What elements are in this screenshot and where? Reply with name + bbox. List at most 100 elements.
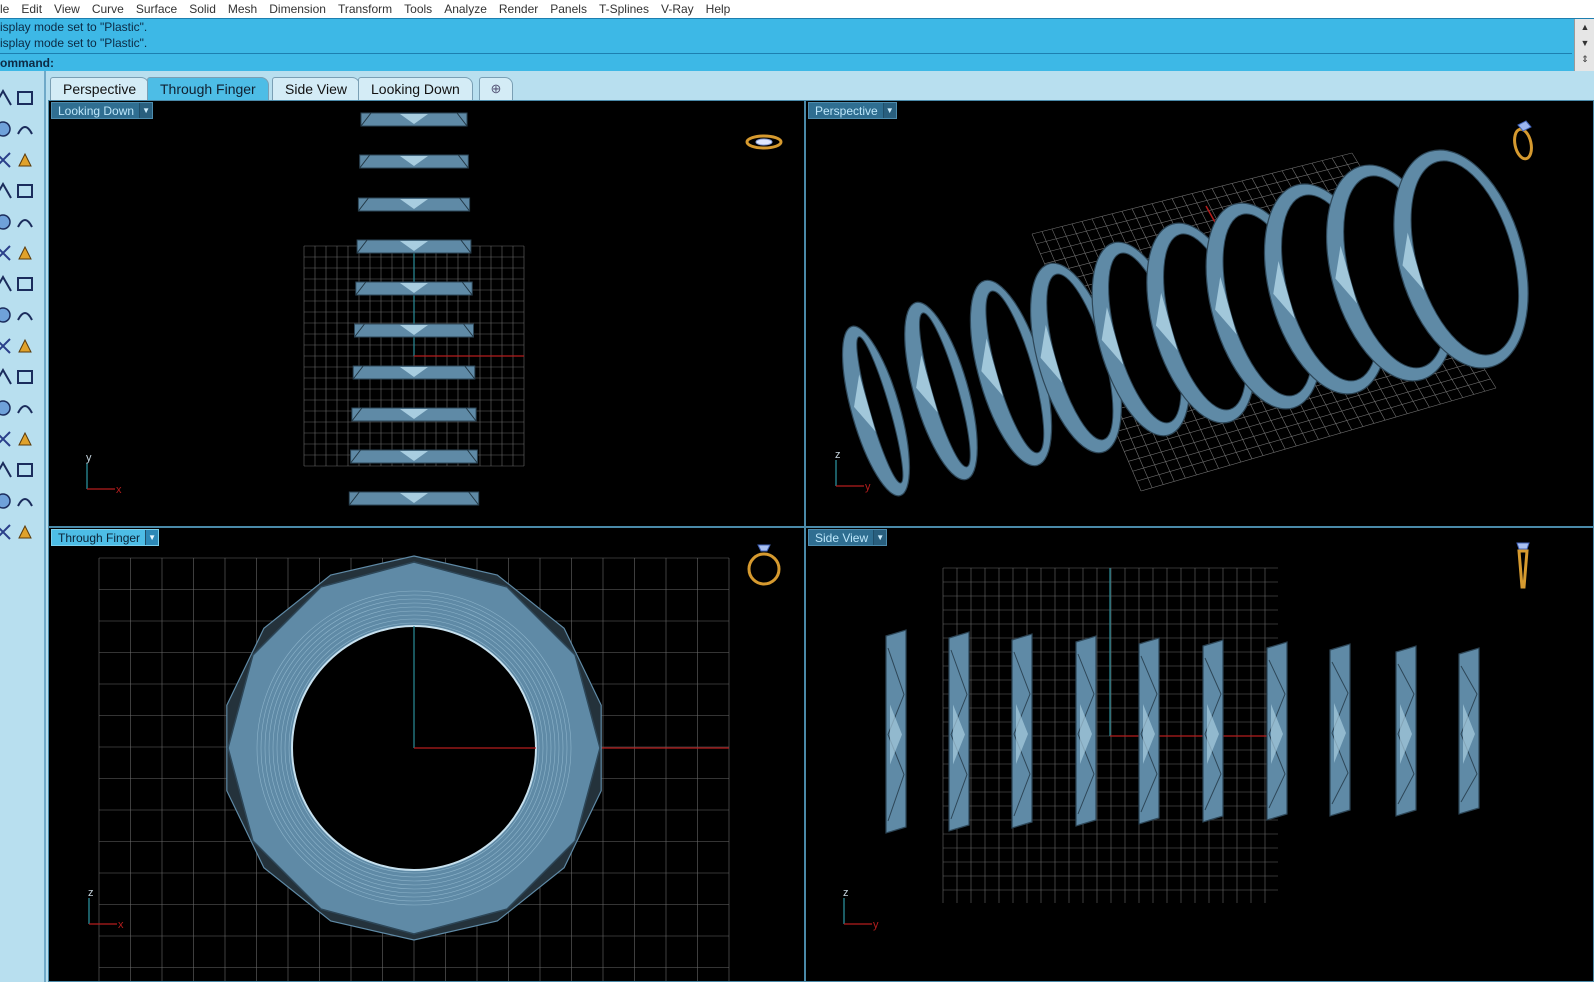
ring-side-band — [1395, 645, 1417, 817]
menu-transform[interactable]: Transform — [332, 2, 398, 16]
menu-mesh[interactable]: Mesh — [222, 2, 263, 16]
ring-side-band — [1202, 639, 1224, 823]
tool-glyph — [18, 431, 32, 446]
tool-glyph — [17, 184, 33, 198]
add-tab-button[interactable]: ⊕ — [479, 77, 513, 100]
ring-side-band — [1458, 647, 1480, 815]
toolbar-tool-icon[interactable] — [14, 87, 36, 109]
scroll-end-icon[interactable]: ⇕ — [1575, 51, 1594, 67]
viewport-label-side-view[interactable]: Side View ▼ — [808, 529, 888, 546]
toolbar-tool-icon[interactable] — [0, 521, 14, 543]
viewport-title: Looking Down — [58, 104, 135, 118]
toolbar-tool-icon[interactable] — [14, 180, 36, 202]
menu-solid[interactable]: Solid — [183, 2, 222, 16]
axis-label: y — [865, 481, 871, 493]
ring-side-band — [885, 629, 907, 834]
viewport-menu-chevron-icon[interactable]: ▼ — [145, 530, 159, 545]
tool-glyph — [17, 405, 33, 414]
viewport-menu-chevron-icon[interactable]: ▼ — [873, 530, 887, 545]
viewport-label-perspective[interactable]: Perspective ▼ — [808, 102, 897, 119]
ring-nav-icon[interactable] — [742, 537, 786, 591]
command-history-line: isplay mode set to "Plastic". — [0, 36, 148, 50]
toolbar-tool-icon[interactable] — [14, 521, 36, 543]
ring-nav-icon[interactable] — [744, 129, 784, 155]
menu-panels[interactable]: Panels — [544, 2, 593, 16]
ring-side-band — [1329, 643, 1351, 817]
menu-file[interactable]: le — [0, 2, 15, 16]
tool-glyph — [17, 498, 33, 507]
toolbar-tool-icon[interactable] — [14, 459, 36, 481]
axis-label: z — [835, 449, 841, 461]
toolbar-tool-icon[interactable] — [0, 459, 14, 481]
toolbar-tool-icon[interactable] — [14, 428, 36, 450]
toolbar-tool-icon[interactable] — [14, 366, 36, 388]
toolbar-tool-icon[interactable] — [0, 397, 14, 419]
toolbar-tool-icon[interactable] — [14, 397, 36, 419]
toolbar-tool-icon[interactable] — [14, 149, 36, 171]
toolbar-tool-icon[interactable] — [14, 273, 36, 295]
toolbar-tool-icon[interactable] — [0, 273, 14, 295]
tool-glyph — [0, 460, 12, 478]
tool-glyph — [17, 126, 33, 135]
through-finger-scene: zx — [88, 555, 730, 981]
toolbar-tool-icon[interactable] — [0, 149, 14, 171]
menu-dimension[interactable]: Dimension — [263, 2, 332, 16]
tab-side-view[interactable]: Side View — [272, 77, 361, 100]
menu-render[interactable]: Render — [493, 2, 544, 16]
viewport-side-view[interactable]: zy Side View ▼ — [805, 527, 1594, 982]
tool-glyph — [0, 400, 11, 416]
viewport-label-looking-down[interactable]: Looking Down ▼ — [51, 102, 154, 119]
tab-through-finger[interactable]: Through Finger — [147, 77, 269, 100]
toolbar-tool-icon[interactable] — [0, 428, 14, 450]
axis-widget: zx — [88, 887, 124, 931]
toolbar-tool-icon[interactable] — [14, 211, 36, 233]
ring-band — [352, 365, 476, 380]
viewport-menu-chevron-icon[interactable]: ▼ — [882, 103, 896, 118]
tool-glyph — [0, 214, 11, 230]
tool-glyph — [18, 338, 32, 353]
toolbar-tool-icon[interactable] — [14, 490, 36, 512]
viewport-perspective[interactable]: zy Perspective ▼ — [805, 100, 1594, 527]
menu-vray[interactable]: V-Ray — [655, 2, 700, 16]
menu-tsplines[interactable]: T-Splines — [593, 2, 655, 16]
viewport-looking-down[interactable]: yx Looking Down ▼ — [48, 100, 805, 527]
toolbar-tool-icon[interactable] — [0, 304, 14, 326]
toolbar-tool-icon[interactable] — [14, 304, 36, 326]
tab-perspective[interactable]: Perspective — [50, 77, 150, 100]
menu-curve[interactable]: Curve — [86, 2, 130, 16]
menu-analyze[interactable]: Analyze — [438, 2, 493, 16]
menu-view[interactable]: View — [48, 2, 86, 16]
tool-glyph — [17, 277, 33, 291]
scroll-up-icon[interactable]: ▲ — [1575, 19, 1594, 35]
toolbar-tool-icon[interactable] — [0, 366, 14, 388]
command-prompt[interactable]: ommand: — [0, 53, 1572, 71]
toolbar-tool-icon[interactable] — [0, 180, 14, 202]
toolbar-tool-icon[interactable] — [0, 87, 14, 109]
perspective-scene: zy — [835, 149, 1529, 497]
toolbar-tool-icon[interactable] — [0, 118, 14, 140]
toolbar-tool-icon[interactable] — [14, 335, 36, 357]
toolbar-tool-icon[interactable] — [14, 242, 36, 264]
tab-looking-down[interactable]: Looking Down — [358, 77, 473, 100]
toolbar-tool-icon[interactable] — [0, 242, 14, 264]
tool-glyph — [17, 312, 33, 321]
menu-tools[interactable]: Tools — [398, 2, 438, 16]
toolbar-tool-icon[interactable] — [0, 335, 14, 357]
command-scrollbar[interactable]: ▲ ▼ ⇕ — [1574, 19, 1594, 72]
toolbar-tool-icon[interactable] — [14, 118, 36, 140]
toolbar-tool-icon[interactable] — [0, 211, 14, 233]
ring-nav-icon[interactable] — [1506, 117, 1540, 163]
command-area: isplay mode set to "Plastic". isplay mod… — [0, 18, 1594, 72]
viewport-label-through-finger[interactable]: Through Finger ▼ — [51, 529, 160, 546]
menu-edit[interactable]: Edit — [15, 2, 48, 16]
menu-help[interactable]: Help — [700, 2, 737, 16]
command-prompt-label: ommand: — [0, 56, 54, 70]
scroll-down-icon[interactable]: ▼ — [1575, 35, 1594, 51]
tool-glyph — [18, 245, 32, 260]
toolbar-tool-icon[interactable] — [0, 490, 14, 512]
tool-glyph — [0, 338, 11, 354]
menu-surface[interactable]: Surface — [130, 2, 183, 16]
viewport-menu-chevron-icon[interactable]: ▼ — [139, 103, 153, 118]
viewport-through-finger[interactable]: zx Through Finger ▼ — [48, 527, 805, 982]
gem-nav-icon[interactable] — [1508, 537, 1538, 593]
